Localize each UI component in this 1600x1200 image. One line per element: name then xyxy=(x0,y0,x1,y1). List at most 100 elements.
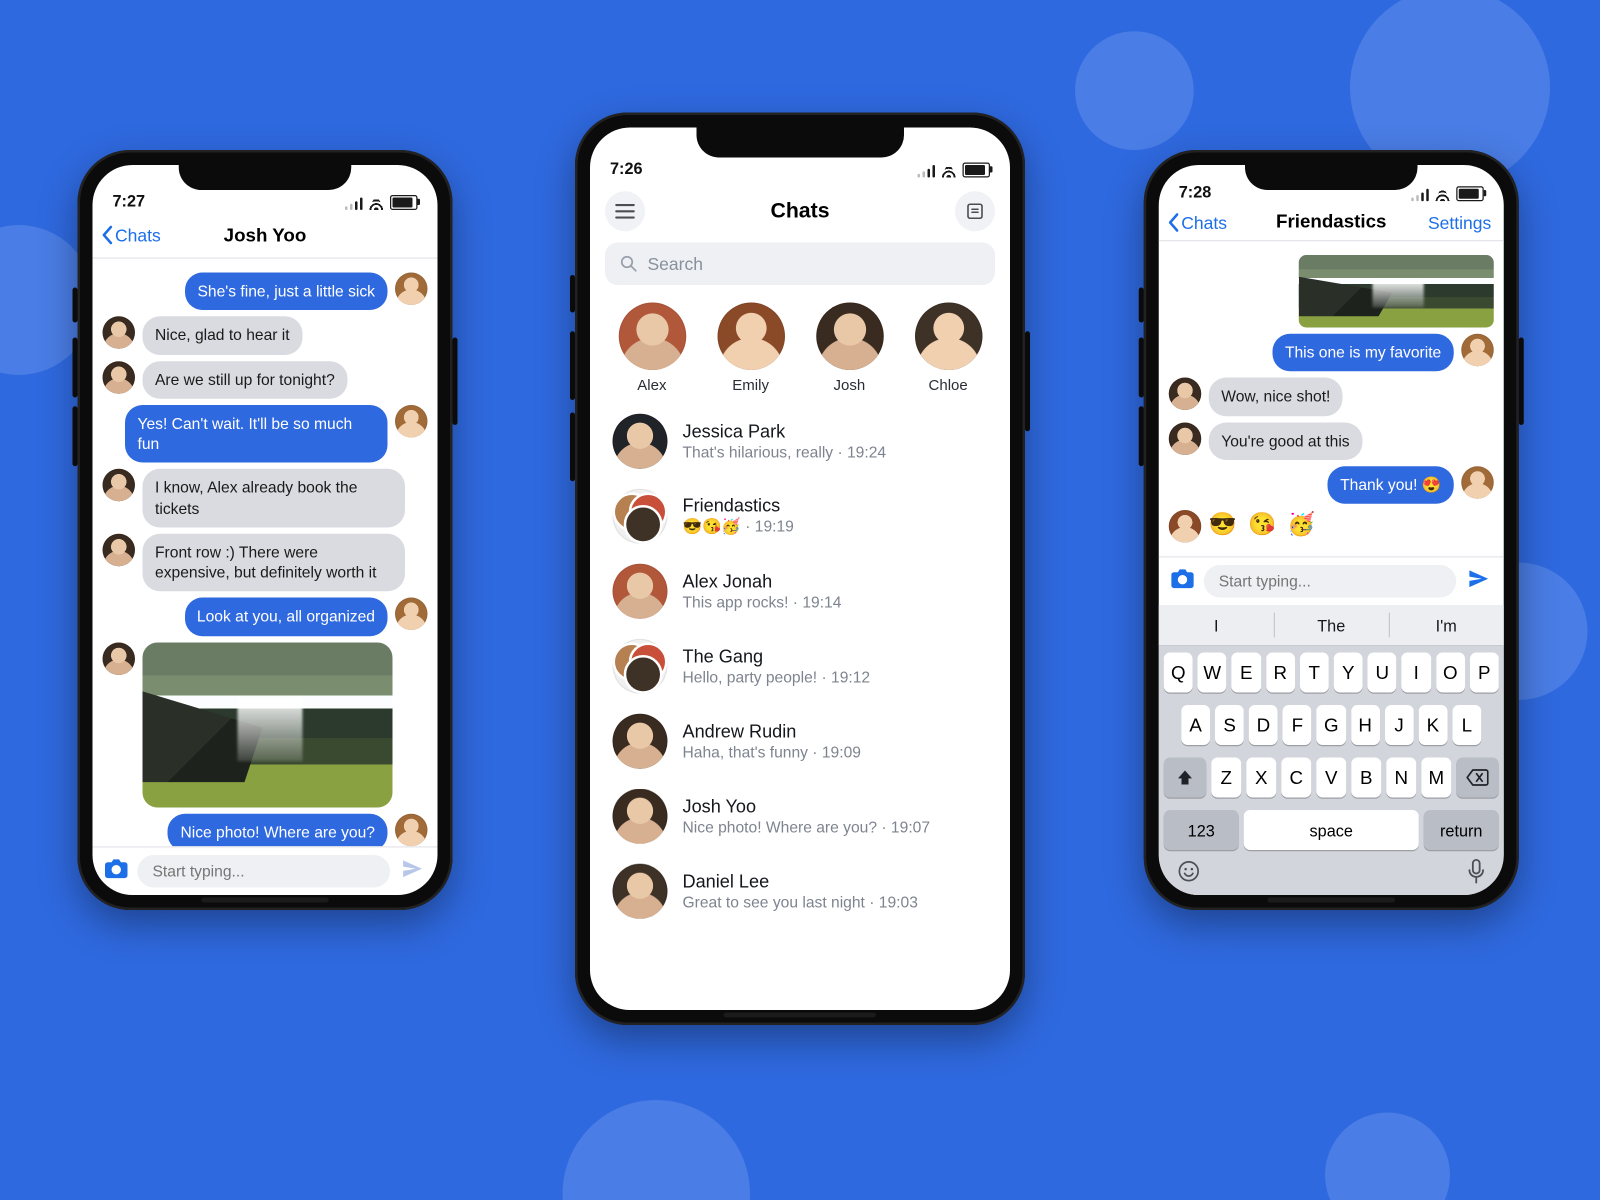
message-input[interactable] xyxy=(138,855,391,888)
letter-key[interactable]: N xyxy=(1386,758,1416,798)
send-button[interactable] xyxy=(400,856,425,887)
letter-key[interactable]: M xyxy=(1421,758,1451,798)
chat-item[interactable]: Friendastics😎😘🥳 · 19:19 xyxy=(593,479,1008,554)
message-out[interactable]: Yes! Can't wait. It'll be so much fun xyxy=(103,405,428,463)
search-field[interactable]: Search xyxy=(605,243,995,286)
message-in[interactable]: Nice, glad to hear it xyxy=(103,317,428,355)
chat-item[interactable]: Daniel LeeGreat to see you last night · … xyxy=(593,854,1008,929)
message-in[interactable]: You're good at this xyxy=(1169,422,1494,460)
letter-key[interactable]: X xyxy=(1246,758,1276,798)
message-in[interactable]: I know, Alex already book the tickets xyxy=(103,469,428,527)
numbers-key[interactable]: 123 xyxy=(1164,810,1239,850)
home-indicator[interactable] xyxy=(1268,898,1396,903)
backspace-key[interactable] xyxy=(1456,758,1499,798)
nav-bar: Chats Josh Yoo xyxy=(93,213,438,259)
camera-button[interactable] xyxy=(105,858,128,884)
letter-key[interactable]: V xyxy=(1316,758,1346,798)
back-button[interactable]: Chats xyxy=(1166,204,1227,240)
camera-icon xyxy=(105,858,128,878)
letter-key[interactable]: H xyxy=(1351,705,1380,745)
prediction[interactable]: I xyxy=(1159,605,1274,645)
message-out[interactable]: Nice photo! Where are you? xyxy=(103,813,428,846)
message-input[interactable] xyxy=(1204,565,1457,598)
story-label: Alex xyxy=(618,376,686,394)
back-button[interactable]: Chats xyxy=(100,213,161,258)
shift-key[interactable] xyxy=(1164,758,1207,798)
menu-button[interactable] xyxy=(605,191,645,231)
letter-key[interactable]: W xyxy=(1198,653,1227,693)
message-out-photo[interactable] xyxy=(1169,255,1494,328)
decor-dot xyxy=(1325,1113,1450,1200)
home-indicator[interactable] xyxy=(724,1013,877,1018)
message-in-photo[interactable] xyxy=(103,642,428,807)
chat-name: Andrew Rudin xyxy=(683,722,988,742)
letter-key[interactable]: Y xyxy=(1334,653,1363,693)
return-key[interactable]: return xyxy=(1424,810,1499,850)
message-in[interactable]: Are we still up for tonight? xyxy=(103,361,428,399)
letter-key[interactable]: I xyxy=(1402,653,1431,693)
message-out[interactable]: She's fine, just a little sick xyxy=(103,273,428,311)
conversation-title: Josh Yoo xyxy=(224,224,307,245)
message-out[interactable]: This one is my favorite xyxy=(1169,334,1494,372)
status-time: 7:26 xyxy=(610,159,643,178)
prediction[interactable]: I'm xyxy=(1389,605,1504,645)
message-out[interactable]: Thank you! 😍 xyxy=(1169,466,1494,504)
avatar-contact xyxy=(613,714,668,769)
letter-key[interactable]: L xyxy=(1452,705,1481,745)
message-photo[interactable] xyxy=(143,642,393,807)
prediction[interactable]: The xyxy=(1274,605,1389,645)
story-item[interactable]: Chloe xyxy=(914,303,982,394)
message-thread[interactable]: This one is my favorite Wow, nice shot! … xyxy=(1159,241,1504,556)
chat-item[interactable]: Josh YooNice photo! Where are you? · 19:… xyxy=(593,779,1008,854)
letter-key[interactable]: F xyxy=(1283,705,1312,745)
story-item[interactable]: Josh xyxy=(816,303,884,394)
message-in-emoji[interactable]: 😎 😘 🥳 xyxy=(1169,510,1494,543)
chat-item[interactable]: Jessica ParkThat's hilarious, really · 1… xyxy=(593,404,1008,479)
message-thread[interactable]: She's fine, just a little sick Nice, gla… xyxy=(93,259,438,847)
camera-button[interactable] xyxy=(1171,568,1194,594)
letter-key[interactable]: K xyxy=(1418,705,1447,745)
key-row: QWERTYUIOP xyxy=(1159,646,1504,699)
letter-key[interactable]: R xyxy=(1266,653,1295,693)
letter-key[interactable]: T xyxy=(1300,653,1329,693)
camera-icon xyxy=(1171,568,1194,588)
letter-key[interactable]: U xyxy=(1368,653,1397,693)
letter-key[interactable]: S xyxy=(1215,705,1244,745)
search-icon xyxy=(620,255,638,273)
nav-bar: Chats xyxy=(590,180,1010,243)
letter-key[interactable]: D xyxy=(1249,705,1278,745)
letter-key[interactable]: B xyxy=(1351,758,1381,798)
space-key[interactable]: space xyxy=(1244,810,1419,850)
message-photo[interactable] xyxy=(1299,255,1494,328)
letter-key[interactable]: Z xyxy=(1211,758,1241,798)
letter-key[interactable]: E xyxy=(1232,653,1261,693)
dictation-key[interactable] xyxy=(1466,859,1486,888)
story-item[interactable]: Alex xyxy=(618,303,686,394)
chat-list[interactable]: Jessica ParkThat's hilarious, really · 1… xyxy=(590,404,1010,929)
chat-meta: Andrew RudinHaha, that's funny · 19:09 xyxy=(683,722,988,761)
letter-key[interactable]: O xyxy=(1436,653,1465,693)
emoji-key[interactable] xyxy=(1176,859,1201,888)
letter-key[interactable]: C xyxy=(1281,758,1311,798)
avatar-contact xyxy=(1169,510,1202,543)
compose-button[interactable] xyxy=(955,191,995,231)
letter-key[interactable]: Q xyxy=(1164,653,1193,693)
home-indicator[interactable] xyxy=(201,898,329,903)
conversation-title: Friendastics xyxy=(1276,211,1386,232)
chat-item[interactable]: Andrew RudinHaha, that's funny · 19:09 xyxy=(593,704,1008,779)
story-label: Emily xyxy=(717,376,785,394)
send-button[interactable] xyxy=(1466,566,1491,597)
letter-key[interactable]: P xyxy=(1470,653,1499,693)
message-in[interactable]: Wow, nice shot! xyxy=(1169,378,1494,416)
phone-screen: 7:27 Chats Josh Yoo She's fine, just a l… xyxy=(93,165,438,895)
keyboard[interactable]: I The I'm QWERTYUIOP ASDFGHJKL ZXCVBNM 1… xyxy=(1159,605,1504,895)
chat-item[interactable]: The GangHello, party people! · 19:12 xyxy=(593,629,1008,704)
letter-key[interactable]: G xyxy=(1317,705,1346,745)
message-out[interactable]: Look at you, all organized xyxy=(103,598,428,636)
chat-item[interactable]: Alex JonahThis app rocks! · 19:14 xyxy=(593,554,1008,629)
letter-key[interactable]: A xyxy=(1181,705,1210,745)
letter-key[interactable]: J xyxy=(1385,705,1414,745)
settings-button[interactable]: Settings xyxy=(1428,204,1491,240)
message-in[interactable]: Front row :) There were expensive, but d… xyxy=(103,533,428,591)
story-item[interactable]: Emily xyxy=(717,303,785,394)
